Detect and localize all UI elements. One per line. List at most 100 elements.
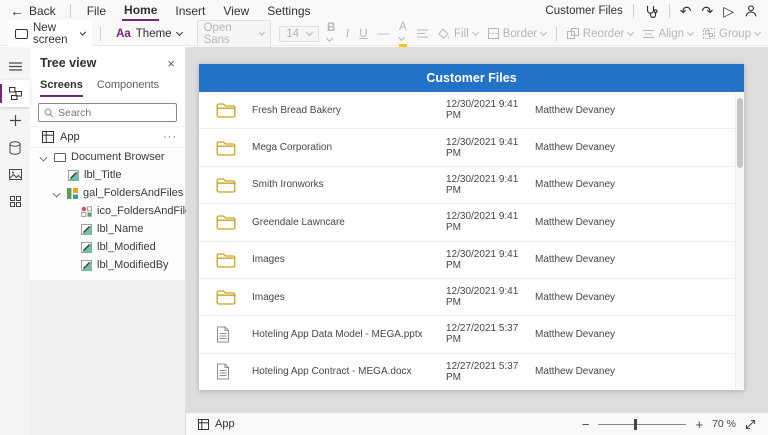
close-icon[interactable]: × <box>167 57 175 70</box>
zoom-percent[interactable]: 70 % <box>712 418 736 430</box>
chevron-down-icon <box>175 28 183 37</box>
share-person-icon[interactable] <box>744 4 758 18</box>
chevron-down-icon <box>398 33 406 42</box>
gallery-row[interactable]: Mega Corporation 12/30/2021 9:41 PM Matthe… <box>199 129 744 167</box>
folder-icon[interactable] <box>199 289 252 305</box>
play-preview-icon[interactable]: ▷ <box>723 4 734 18</box>
zoom-in-icon[interactable]: + <box>695 417 703 432</box>
fill-label: Fill <box>454 27 469 40</box>
app-icon <box>42 131 54 143</box>
row-name: Mega Corporation <box>252 142 333 154</box>
chevron-down-icon <box>80 29 87 36</box>
font-family-select: Open Sans <box>196 19 272 48</box>
ribbon-toolbar: New screen Aa Theme Open Sans 14 B I U —… <box>0 19 768 48</box>
group-label: Group <box>719 27 751 40</box>
label-icon <box>68 169 79 181</box>
divider <box>69 4 71 18</box>
gallery-row[interactable]: Fresh Bread Bakery 12/30/2021 9:41 PM Matt… <box>199 92 744 130</box>
menu-item-insert[interactable]: Insert <box>173 2 207 20</box>
row-name: Images <box>252 254 285 266</box>
app-checker-icon[interactable] <box>644 4 659 19</box>
search-input[interactable] <box>58 106 171 119</box>
zoom-out-icon[interactable]: − <box>582 417 590 432</box>
media-icon[interactable] <box>0 161 30 188</box>
tree-item-lbl_ModifiedBy[interactable]: lbl_ModifiedBy <box>30 256 185 274</box>
reorder-button: Reorder <box>566 28 635 40</box>
menu-item-home[interactable]: Home <box>122 1 160 21</box>
menu-item-view[interactable]: View <box>221 2 251 20</box>
row-modified: 12/30/2021 9:41 PM <box>446 99 519 122</box>
advanced-tools-icon[interactable] <box>0 188 30 215</box>
theme-button[interactable]: Aa Theme <box>109 26 189 42</box>
menu-item-settings[interactable]: Settings <box>265 2 312 20</box>
canvas-title-label: Customer Files <box>426 71 517 85</box>
tree-item-lbl_Modified[interactable]: lbl_Modified <box>30 238 185 256</box>
tree-item-Document Browser[interactable]: Document Browser <box>30 148 185 166</box>
chevron-down-icon <box>305 28 314 37</box>
row-modified: 12/30/2021 9:41 PM <box>446 173 519 196</box>
status-bar: App − + 70 % <box>186 412 768 435</box>
zoom-slider-handle[interactable] <box>634 418 638 430</box>
align-icon <box>643 29 655 39</box>
canvas-title-bar[interactable]: Customer Files <box>199 64 744 92</box>
tree-item-label: lbl_ModifiedBy <box>97 259 169 271</box>
insert-plus-icon[interactable] <box>0 107 30 134</box>
folder-icon[interactable] <box>199 177 252 193</box>
bold-label: B <box>327 21 336 34</box>
row-modified_by: Matthew Devaney <box>535 216 616 228</box>
menu-item-file[interactable]: File <box>85 2 108 20</box>
tree-item-lbl_Name[interactable]: lbl_Name <box>30 220 185 238</box>
hamburger-menu-icon[interactable] <box>0 53 30 80</box>
group-icon <box>703 28 716 39</box>
fit-to-window-icon[interactable] <box>745 419 756 430</box>
gallery-row[interactable]: Hoteling App Contract - MEGA.docx 12/27/2… <box>199 354 744 390</box>
document-icon[interactable] <box>199 363 252 380</box>
tab-components[interactable]: Components <box>97 76 159 97</box>
folder-icon[interactable] <box>199 140 252 156</box>
border-label: Border <box>502 27 538 40</box>
gallery-row[interactable]: Greendale Lawncare 12/30/2021 9:41 PM Matt… <box>199 204 744 242</box>
app-name-button[interactable]: Customer Files <box>545 5 622 17</box>
panel-title: Tree view <box>40 56 97 70</box>
border-icon <box>487 28 499 39</box>
fill-bucket-icon <box>438 28 450 39</box>
statusbar-app-label: App <box>215 418 235 430</box>
row-modified_by: Matthew Devaney <box>535 328 616 340</box>
app-canvas[interactable]: Customer Files Fresh Bread Bakery 12/30/2… <box>199 64 744 390</box>
tree-item-ico_FoldersAndFiles[interactable]: ico_FoldersAndFiles <box>30 202 197 220</box>
redo-icon[interactable]: ↷ <box>701 4 713 18</box>
gallery-row[interactable]: Images 12/30/2021 9:41 PM Matthew Devaney <box>199 242 744 279</box>
data-sources-icon[interactable] <box>0 134 30 161</box>
fill-button: Fill <box>438 27 479 40</box>
tab-screens[interactable]: Screens <box>40 76 83 97</box>
gallery-row[interactable]: Hoteling App Data Model - MEGA.pptx 12/27… <box>199 316 744 354</box>
statusbar-app[interactable]: App <box>198 418 235 430</box>
tree-item-lbl_Title[interactable]: lbl_Title <box>30 166 185 184</box>
panel-empty-area <box>30 280 185 435</box>
chevron-down-icon[interactable] <box>39 153 48 161</box>
bold-button: B <box>325 21 336 46</box>
italic-button: I <box>345 27 350 40</box>
document-icon[interactable] <box>199 326 252 343</box>
border-button: Border <box>487 27 548 40</box>
tree-view-rail-icon[interactable] <box>0 80 30 107</box>
tree-item-app[interactable]: App ··· <box>30 126 185 148</box>
folder-icon[interactable] <box>199 214 252 230</box>
align-label: Align <box>658 27 685 40</box>
undo-icon[interactable]: ↶ <box>680 4 692 18</box>
new-screen-button[interactable]: New screen <box>8 19 93 48</box>
canvas-scrollbar[interactable] <box>735 93 744 389</box>
ellipsis-menu-icon[interactable]: ··· <box>163 131 177 143</box>
chevron-down-icon[interactable] <box>52 189 61 197</box>
menu-bar: ← Back File Home Insert View Settings Cu… <box>0 0 768 22</box>
scrollbar-thumb[interactable] <box>737 98 743 168</box>
row-name: Images <box>252 291 285 303</box>
tree-item-gal_FoldersAndFiles[interactable]: gal_FoldersAndFiles <box>30 184 185 202</box>
row-name: Hoteling App Contract - MEGA.docx <box>252 366 412 378</box>
back-button[interactable]: ← Back <box>10 4 56 18</box>
folder-icon[interactable] <box>199 252 252 268</box>
zoom-slider[interactable] <box>598 418 687 430</box>
gallery-row[interactable]: Smith Ironworks 12/30/2021 9:41 PM Matthew… <box>199 167 744 205</box>
folder-icon[interactable] <box>199 102 252 118</box>
gallery-row[interactable]: Images 12/30/2021 9:41 PM Matthew Devaney <box>199 279 744 317</box>
